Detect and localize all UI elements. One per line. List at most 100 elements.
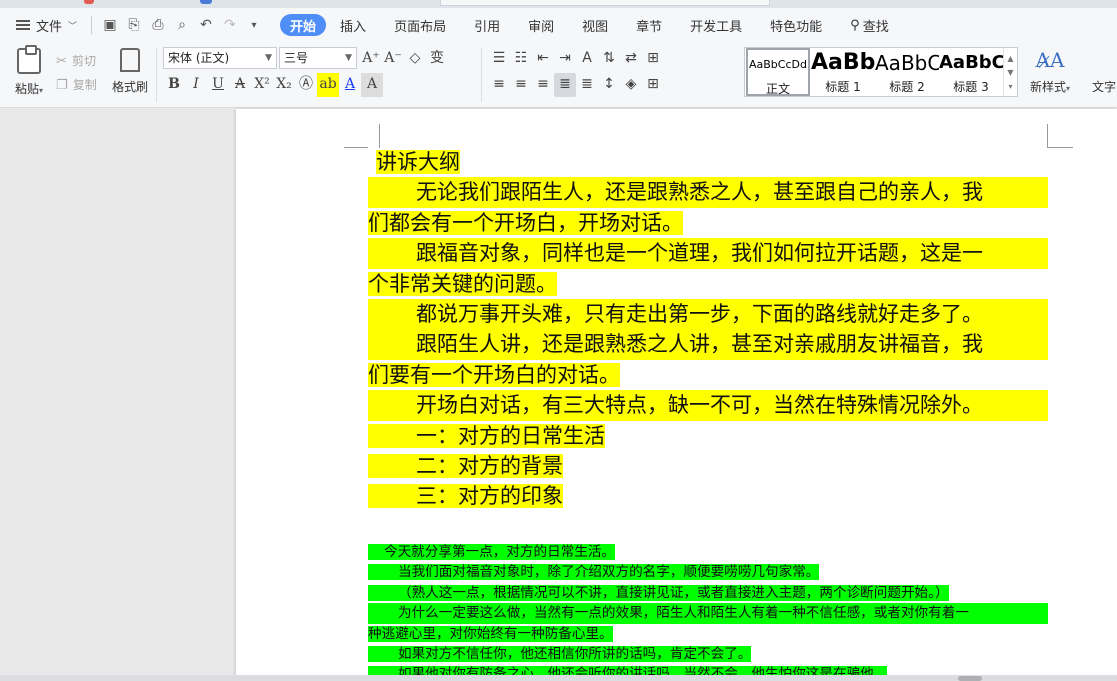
styles-scroll[interactable]: ▲ ▼ ▾ bbox=[1003, 48, 1017, 96]
tab-references[interactable]: 引用 bbox=[466, 12, 508, 38]
tab-section[interactable]: 章节 bbox=[628, 12, 670, 38]
active-document-tab[interactable] bbox=[440, 0, 770, 6]
tab-indicator-blue bbox=[200, 0, 212, 4]
hamburger-icon bbox=[16, 18, 30, 32]
paste-button[interactable]: 粘贴▾ bbox=[10, 45, 48, 104]
text-effect-icon[interactable]: Ⓐ bbox=[295, 73, 317, 97]
save-icon[interactable]: ▣ bbox=[98, 12, 122, 38]
outline-item: 二：对方的背景 bbox=[368, 451, 1048, 481]
divider bbox=[156, 48, 157, 102]
line-spacing-icon[interactable]: ↕ bbox=[598, 73, 620, 97]
format-painter-label: 格式刷 bbox=[111, 80, 148, 94]
outline-item: 三：对方的印象 bbox=[368, 481, 1048, 511]
chinese-layout-icon[interactable]: A bbox=[576, 47, 598, 69]
style-preview: AaBbCcDd bbox=[749, 58, 807, 71]
numbered-list-icon[interactable]: ☷ bbox=[510, 47, 532, 69]
shading-icon[interactable]: ◈ bbox=[620, 73, 642, 97]
tab-review[interactable]: 审阅 bbox=[520, 12, 562, 38]
justify-icon[interactable]: ≣ bbox=[554, 73, 576, 97]
tab-special-features[interactable]: 特色功能 bbox=[762, 12, 830, 38]
cut-label: 剪切 bbox=[72, 54, 97, 68]
phonetic-guide-icon[interactable]: 变 bbox=[426, 47, 448, 69]
align-center-icon[interactable]: ≡ bbox=[510, 73, 532, 97]
customize-quick-access-icon[interactable]: ▾ bbox=[242, 12, 266, 38]
align-left-icon[interactable]: ≡ bbox=[488, 73, 510, 97]
document-body[interactable]: 讲诉大纲 无论我们跟陌生人，还是跟熟悉之人，甚至跟自己的亲人，我 们都会有一个开… bbox=[368, 147, 1048, 512]
font-name-select[interactable]: 宋体 (正文) ▼ bbox=[163, 47, 277, 69]
superscript-icon[interactable]: X² bbox=[251, 73, 273, 97]
style-preview: AaBbC bbox=[939, 52, 1003, 73]
paste-label: 粘贴 bbox=[14, 82, 39, 96]
tab-page-layout[interactable]: 页面布局 bbox=[386, 12, 454, 38]
format-painter-button[interactable]: 格式刷 bbox=[108, 46, 152, 95]
show-hide-marks-icon[interactable]: ⇄ bbox=[620, 47, 642, 69]
list-tools: ☰ ☷ ⇤ ⇥ A ⇅ ⇄ ⊞ bbox=[488, 47, 664, 69]
style-heading-2[interactable]: AaBbC 标题 2 bbox=[875, 48, 939, 96]
ribbon-toolbar: 粘贴▾ ✂ 剪切 ❐ 复制 格式刷 宋体 (正文) ▼ 三号 ▼ A⁺ A⁻ ◇ 变… bbox=[0, 42, 1117, 108]
font-size-select[interactable]: 三号 ▼ bbox=[279, 47, 357, 69]
highlighted-section[interactable]: 今天就分享第一点，对方的日常生活。 当我们面对福音对象时，除了介绍双方的名字，顺… bbox=[368, 542, 1048, 681]
decrease-indent-icon[interactable]: ⇤ bbox=[532, 47, 554, 69]
file-menu-label: 文件 bbox=[36, 19, 63, 35]
paragraph-line: 都说万事开头难，只有走出第一步，下面的路线就好走多了。 bbox=[368, 299, 1048, 330]
italic-icon[interactable]: I bbox=[185, 73, 207, 97]
style-name: 正文 bbox=[765, 82, 790, 96]
text-tools-button[interactable]: 文字 bbox=[1092, 78, 1116, 95]
distributed-align-icon[interactable]: ≣ bbox=[576, 73, 598, 97]
paragraph-line: 无论我们跟陌生人，还是跟熟悉之人，甚至跟自己的亲人，我 bbox=[368, 177, 1048, 208]
file-menu[interactable]: 文件 ﹀ bbox=[8, 12, 85, 38]
export-icon[interactable]: ⎘ bbox=[122, 12, 146, 38]
strikethrough-icon[interactable]: A bbox=[229, 73, 251, 97]
cut-button[interactable]: ✂ 剪切 bbox=[56, 48, 106, 72]
grow-font-icon[interactable]: A⁺ bbox=[360, 47, 382, 69]
shrink-font-icon[interactable]: A⁻ bbox=[382, 47, 404, 69]
paragraph-line: （熟人这一点，根据情况可以不讲，直接讲见证，或者直接进入主题，两个诊断问题开始。… bbox=[368, 583, 1048, 603]
paragraph-line: 为什么一定要这么做，当然有一点的效果，陌生人和陌生人有着一种不信任感，或者对你有… bbox=[368, 603, 1048, 624]
subscript-icon[interactable]: X₂ bbox=[273, 73, 295, 97]
print-preview-icon[interactable]: ⌕ bbox=[170, 12, 194, 38]
search-button[interactable]: ⚲ 查找 bbox=[842, 12, 897, 38]
highlight-color-icon[interactable]: ab bbox=[317, 73, 339, 97]
tab-insert[interactable]: 插入 bbox=[332, 12, 374, 38]
margin-marker bbox=[344, 147, 368, 148]
tab-view[interactable]: 视图 bbox=[574, 12, 616, 38]
font-color-icon[interactable]: A bbox=[339, 73, 361, 97]
style-normal[interactable]: AaBbCcDd 正文 bbox=[746, 48, 810, 96]
styles-gallery: AaBbCcDd 正文 AaBb 标题 1 AaBbC 标题 2 AaBbC 标… bbox=[744, 47, 1018, 97]
paragraph-line: 跟福音对象，同样也是一个道理，我们如何拉开话题，这是一 bbox=[368, 238, 1048, 269]
style-heading-1[interactable]: AaBb 标题 1 bbox=[811, 48, 875, 96]
new-style-button[interactable]: A̷A 新样式▾ bbox=[1026, 48, 1074, 95]
scrollbar-thumb[interactable] bbox=[958, 676, 982, 681]
paragraph-line: 跟陌生人讲，还是跟熟悉之人讲，甚至对亲戚朋友讲福音，我 bbox=[368, 329, 1048, 360]
bold-icon[interactable]: B bbox=[163, 73, 185, 97]
document-page[interactable]: 讲诉大纲 无论我们跟陌生人，还是跟熟悉之人，甚至跟自己的亲人，我 们都会有一个开… bbox=[236, 109, 1117, 681]
new-style-label: 新样式 bbox=[1029, 80, 1066, 94]
margin-marker bbox=[1047, 147, 1073, 148]
font-name-value: 宋体 (正文) bbox=[168, 51, 230, 65]
increase-indent-icon[interactable]: ⇥ bbox=[554, 47, 576, 69]
copy-button[interactable]: ❐ 复制 bbox=[56, 72, 106, 96]
redo-icon[interactable]: ↷ bbox=[218, 12, 242, 38]
align-right-icon[interactable]: ≡ bbox=[532, 73, 554, 97]
document-tab-strip bbox=[0, 0, 1117, 8]
style-name: 标题 2 bbox=[889, 80, 925, 94]
divider bbox=[481, 48, 482, 102]
underline-icon[interactable]: U bbox=[207, 73, 229, 97]
tab-developer[interactable]: 开发工具 bbox=[682, 12, 750, 38]
undo-icon[interactable]: ↶ bbox=[194, 12, 218, 38]
sort-icon[interactable]: ⇅ bbox=[598, 47, 620, 69]
borders-icon[interactable]: ⊞ bbox=[642, 73, 664, 97]
style-name: 标题 3 bbox=[953, 80, 989, 94]
style-heading-3[interactable]: AaBbC 标题 3 bbox=[939, 48, 1003, 96]
style-preview: AaBbC bbox=[875, 51, 939, 75]
print-icon[interactable]: ⎙ bbox=[146, 12, 170, 38]
horizontal-scrollbar[interactable] bbox=[0, 675, 1117, 681]
character-shading-icon[interactable]: A bbox=[361, 73, 383, 97]
tab-home[interactable]: 开始 bbox=[280, 14, 327, 36]
clear-format-icon[interactable]: ◇ bbox=[404, 47, 426, 69]
table-border-icon[interactable]: ⊞ bbox=[642, 47, 664, 69]
paragraph-line: 个非常关键的问题。 bbox=[368, 271, 557, 296]
bullet-list-icon[interactable]: ☰ bbox=[488, 47, 510, 69]
scissors-icon: ✂ bbox=[56, 54, 67, 69]
clipboard-icon bbox=[17, 45, 41, 74]
